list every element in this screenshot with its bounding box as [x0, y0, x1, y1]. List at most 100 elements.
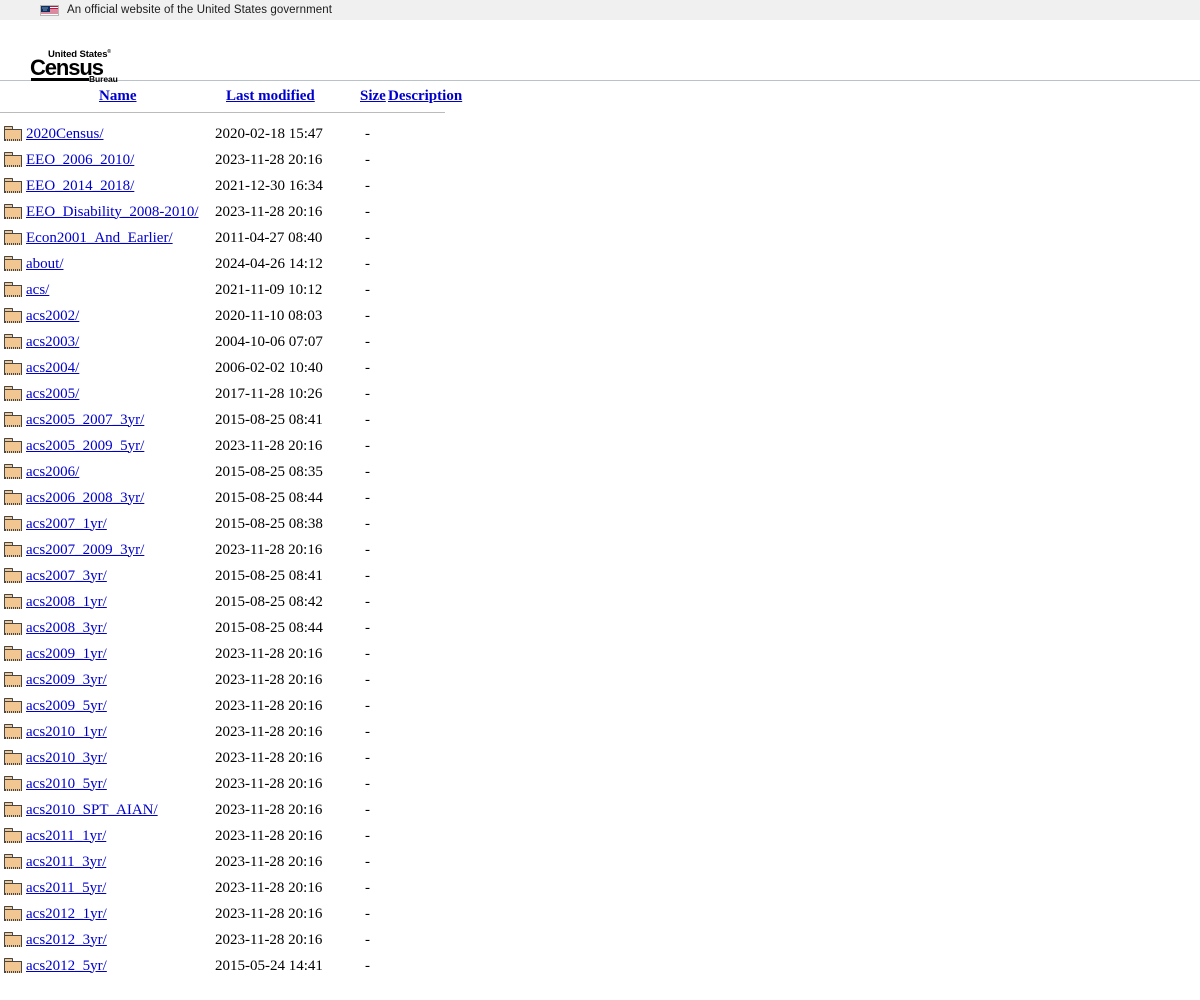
row-size: - — [365, 463, 370, 480]
row-name-cell: acs2008_3yr/ — [26, 615, 215, 641]
row-last-modified: 2023-11-28 20:16 — [215, 151, 323, 168]
folder-icon — [4, 802, 22, 818]
directory-link[interactable]: acs2006/ — [26, 464, 79, 480]
directory-link[interactable]: acs2010_SPT_AIAN/ — [26, 802, 158, 818]
site-header: United States® Census Bureau — [0, 20, 1200, 84]
row-icon-cell — [0, 563, 26, 589]
directory-link[interactable]: acs2010_5yr/ — [26, 776, 107, 792]
row-size: - — [365, 671, 370, 688]
column-header-description[interactable]: Description — [387, 81, 469, 105]
directory-link[interactable]: acs2009_5yr/ — [26, 698, 107, 714]
directory-link[interactable]: acs2010_3yr/ — [26, 750, 107, 766]
row-name-cell: EEO_2014_2018/ — [26, 173, 215, 199]
directory-link[interactable]: acs2005_2009_5yr/ — [26, 438, 144, 454]
directory-link[interactable]: acs2012_5yr/ — [26, 958, 107, 974]
row-description — [387, 745, 469, 771]
directory-link[interactable]: acs2012_1yr/ — [26, 906, 107, 922]
row-size: - — [365, 411, 370, 428]
directory-link[interactable]: acs2002/ — [26, 308, 79, 324]
row-size: - — [365, 957, 370, 974]
row-icon-cell — [0, 927, 26, 953]
directory-link[interactable]: acs2008_3yr/ — [26, 620, 107, 636]
directory-link[interactable]: acs2011_1yr/ — [26, 828, 106, 844]
row-size: - — [365, 801, 370, 818]
directory-link[interactable]: acs2009_1yr/ — [26, 646, 107, 662]
row-size: - — [365, 255, 370, 272]
row-icon-cell — [0, 381, 26, 407]
directory-link[interactable]: EEO_2014_2018/ — [26, 178, 134, 194]
directory-link[interactable]: 2020Census/ — [26, 126, 104, 142]
folder-icon — [4, 880, 22, 896]
row-icon-cell — [0, 589, 26, 615]
folder-icon — [4, 438, 22, 454]
table-row: acs2012_3yr/2023-11-28 20:16 - — [0, 927, 469, 953]
folder-icon — [4, 542, 22, 558]
table-row: acs2012_1yr/2023-11-28 20:16 - — [0, 901, 469, 927]
row-icon-cell — [0, 433, 26, 459]
row-description — [387, 537, 469, 563]
directory-link[interactable]: acs2007_1yr/ — [26, 516, 107, 532]
row-name-cell: acs2007_1yr/ — [26, 511, 215, 537]
directory-link[interactable]: acs2005/ — [26, 386, 79, 402]
table-row: acs2005/2017-11-28 10:26 - — [0, 381, 469, 407]
folder-icon — [4, 776, 22, 792]
directory-link[interactable]: acs/ — [26, 282, 49, 298]
directory-link[interactable]: Econ2001_And_Earlier/ — [26, 230, 173, 246]
directory-link[interactable]: acs2008_1yr/ — [26, 594, 107, 610]
directory-link[interactable]: acs2007_2009_3yr/ — [26, 542, 144, 558]
census-bureau-logo[interactable]: United States® Census Bureau — [30, 50, 118, 84]
row-size: - — [365, 775, 370, 792]
directory-link[interactable]: acs2005_2007_3yr/ — [26, 412, 144, 428]
folder-icon — [4, 906, 22, 922]
directory-link[interactable]: EEO_Disability_2008-2010/ — [26, 204, 199, 220]
directory-link[interactable]: about/ — [26, 256, 64, 272]
directory-link[interactable]: EEO_2006_2010/ — [26, 152, 134, 168]
directory-link[interactable]: acs2003/ — [26, 334, 79, 350]
row-size: - — [365, 879, 370, 896]
sort-by-description-link[interactable]: Description — [388, 88, 462, 104]
directory-link[interactable]: acs2006_2008_3yr/ — [26, 490, 144, 506]
folder-icon — [4, 412, 22, 428]
directory-link[interactable]: acs2012_3yr/ — [26, 932, 107, 948]
row-last-modified: 2023-11-28 20:16 — [215, 905, 323, 922]
row-description — [387, 199, 469, 225]
directory-link[interactable]: acs2010_1yr/ — [26, 724, 107, 740]
row-size: - — [365, 333, 370, 350]
row-description — [387, 875, 469, 901]
row-last-modified: 2023-11-28 20:16 — [215, 697, 323, 714]
sort-by-size-link[interactable]: Size — [360, 88, 386, 104]
column-header-last-modified[interactable]: Last modified — [215, 81, 357, 105]
row-size: - — [365, 697, 370, 714]
directory-link[interactable]: acs2004/ — [26, 360, 79, 376]
row-last-modified: 2017-11-28 10:26 — [215, 385, 323, 402]
table-row: acs2010_SPT_AIAN/2023-11-28 20:16 - — [0, 797, 469, 823]
directory-link[interactable]: acs2009_3yr/ — [26, 672, 107, 688]
table-row: acs2011_5yr/2023-11-28 20:16 - — [0, 875, 469, 901]
table-row: acs2011_1yr/2023-11-28 20:16 - — [0, 823, 469, 849]
row-icon-cell — [0, 953, 26, 979]
table-row: acs2010_3yr/2023-11-28 20:16 - — [0, 745, 469, 771]
column-header-name[interactable]: Name — [26, 81, 215, 105]
row-icon-cell — [0, 329, 26, 355]
row-name-cell: acs2010_1yr/ — [26, 719, 215, 745]
sort-by-name-link[interactable]: Name — [99, 88, 137, 104]
row-icon-cell — [0, 875, 26, 901]
row-last-modified: 2015-08-25 08:38 — [215, 515, 323, 532]
table-row: acs2004/2006-02-02 10:40 - — [0, 355, 469, 381]
row-last-modified: 2015-08-25 08:35 — [215, 463, 323, 480]
directory-link[interactable]: acs2011_3yr/ — [26, 854, 106, 870]
table-row: acs2003/2004-10-06 07:07 - — [0, 329, 469, 355]
directory-listing-table: Name Last modified Size Description 2020… — [0, 81, 469, 979]
row-name-cell: acs2010_5yr/ — [26, 771, 215, 797]
sort-by-last-modified-link[interactable]: Last modified — [226, 88, 315, 104]
table-row: acs2009_1yr/2023-11-28 20:16 - — [0, 641, 469, 667]
row-name-cell: acs2004/ — [26, 355, 215, 381]
row-last-modified: 2015-08-25 08:41 — [215, 411, 323, 428]
row-last-modified: 2023-11-28 20:16 — [215, 645, 323, 662]
row-icon-cell — [0, 121, 26, 147]
directory-link[interactable]: acs2011_5yr/ — [26, 880, 106, 896]
directory-link[interactable]: acs2007_3yr/ — [26, 568, 107, 584]
folder-icon — [4, 516, 22, 532]
row-size: - — [365, 931, 370, 948]
column-header-size[interactable]: Size — [357, 81, 387, 105]
